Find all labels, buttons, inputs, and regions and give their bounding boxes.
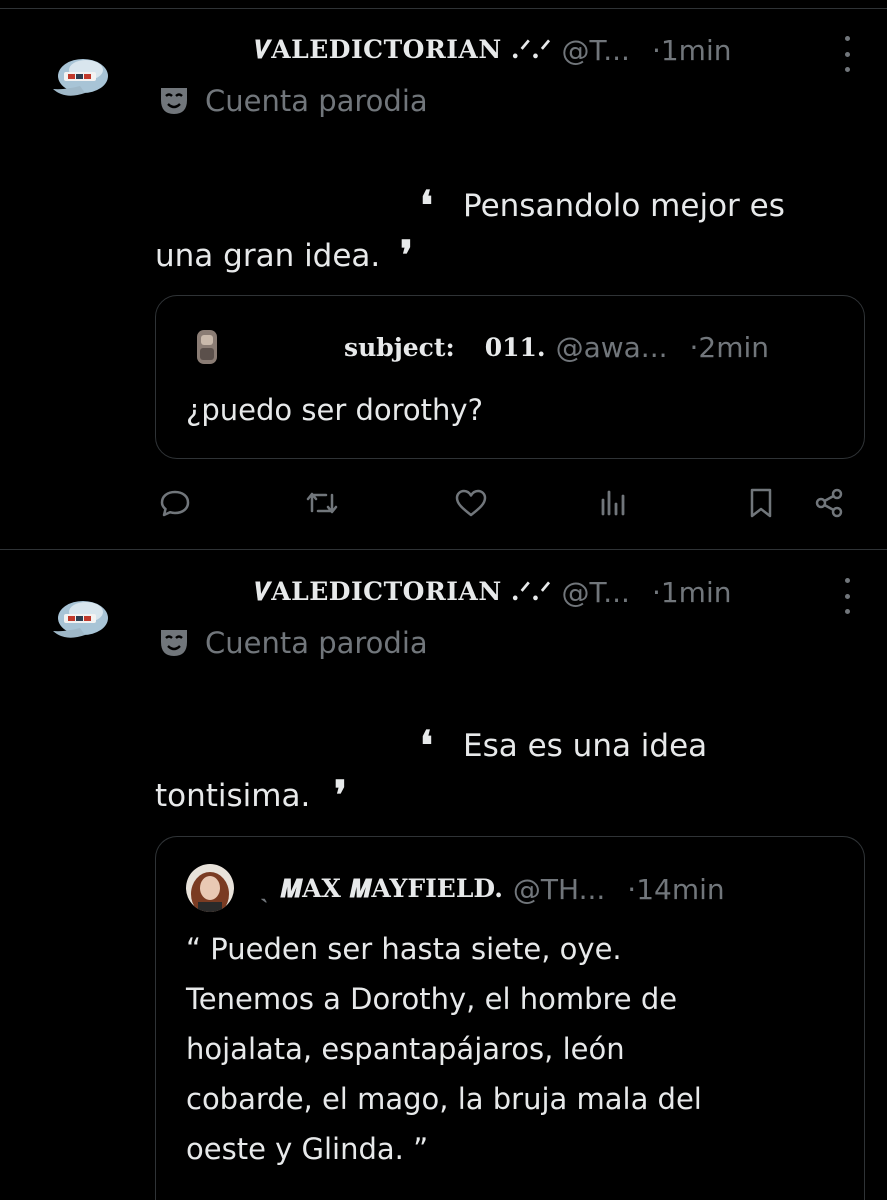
- separator-dot: ·: [651, 33, 661, 67]
- quoted-timestamp[interactable]: 2min: [698, 331, 769, 364]
- quoted-header: ˎ 𝑴AX 𝑴AYFIELD. @TH... · 14min: [260, 869, 725, 909]
- quoted-name-part1[interactable]: subject:: [344, 333, 455, 362]
- quoted-name-prefix: ˎ: [260, 874, 269, 903]
- quoted-tweet[interactable]: ˎ 𝑴AX 𝑴AYFIELD. @TH... · 14min “ Pueden …: [155, 836, 865, 1200]
- mask-icon: [161, 630, 187, 656]
- quoted-timestamp[interactable]: 14min: [636, 873, 724, 906]
- more-icon[interactable]: [838, 578, 856, 614]
- tweet-1[interactable]: 𝑽ALEDICTORIAN .ᐟ.ᐟ @T... · 1min Cuenta p…: [0, 0, 887, 549]
- separator-dot: ·: [651, 575, 661, 609]
- share-icon[interactable]: [810, 483, 850, 523]
- tweet-text-line2: una gran idea.: [155, 238, 381, 274]
- quoted-text: ¿puedo ser dorothy?: [186, 393, 483, 427]
- quoted-tweet[interactable]: subject: 011. @awa... · 2min ¿puedo ser …: [155, 295, 865, 459]
- tweet-text-line1: Pensandolo mejor es: [463, 188, 785, 224]
- parody-label: Cuenta parodia: [157, 81, 428, 121]
- close-quote-mark: ❜: [400, 232, 413, 279]
- bookmark-icon[interactable]: [741, 483, 781, 523]
- tweet-text-line2: tontisima.: [155, 778, 311, 814]
- action-bar: [0, 483, 887, 527]
- cap-avatar[interactable]: [50, 598, 110, 646]
- timestamp[interactable]: 1min: [661, 34, 732, 67]
- reply-icon[interactable]: [155, 483, 195, 523]
- quoted-header: subject: 011. @awa... · 2min: [344, 327, 769, 367]
- tweet-divider: [0, 549, 887, 550]
- quoted-avatar[interactable]: [186, 864, 234, 912]
- quoted-handle[interactable]: @awa...: [556, 331, 668, 364]
- like-icon[interactable]: [451, 483, 491, 523]
- close-quote-mark: ❜: [334, 772, 347, 819]
- quoted-handle[interactable]: @TH...: [513, 873, 605, 906]
- quoted-name[interactable]: 𝑴AX 𝑴AYFIELD.: [280, 874, 503, 904]
- handle[interactable]: @T...: [561, 576, 629, 609]
- handle[interactable]: @T...: [561, 34, 629, 67]
- retweet-icon[interactable]: [302, 483, 342, 523]
- quoted-name-part2[interactable]: 011.: [485, 333, 546, 362]
- parody-label: Cuenta parodia: [157, 623, 428, 663]
- display-name[interactable]: 𝑽ALEDICTORIAN .ᐟ.ᐟ: [255, 35, 551, 65]
- tweet-header: 𝑽ALEDICTORIAN .ᐟ.ᐟ @T... · 1min: [255, 570, 731, 614]
- display-name[interactable]: 𝑽ALEDICTORIAN .ᐟ.ᐟ: [255, 577, 551, 607]
- separator-dot: ·: [689, 330, 699, 364]
- open-quote-mark: ❛: [420, 182, 433, 229]
- quoted-avatar[interactable]: [192, 328, 222, 366]
- separator-dot: ·: [627, 872, 637, 906]
- cap-avatar[interactable]: [50, 56, 110, 104]
- open-quote-mark: ❛: [420, 722, 433, 769]
- parody-text: Cuenta parodia: [205, 84, 428, 118]
- mask-icon: [161, 88, 187, 114]
- views-icon[interactable]: [593, 483, 633, 523]
- timestamp[interactable]: 1min: [661, 576, 732, 609]
- tweet-text-line1: Esa es una idea: [463, 728, 708, 764]
- quoted-text: “ Pueden ser hasta siete, oye. Tenemos a…: [186, 932, 702, 1166]
- tweet-header: 𝑽ALEDICTORIAN .ᐟ.ᐟ @T... · 1min: [255, 28, 731, 72]
- more-icon[interactable]: [838, 36, 856, 72]
- parody-text: Cuenta parodia: [205, 626, 428, 660]
